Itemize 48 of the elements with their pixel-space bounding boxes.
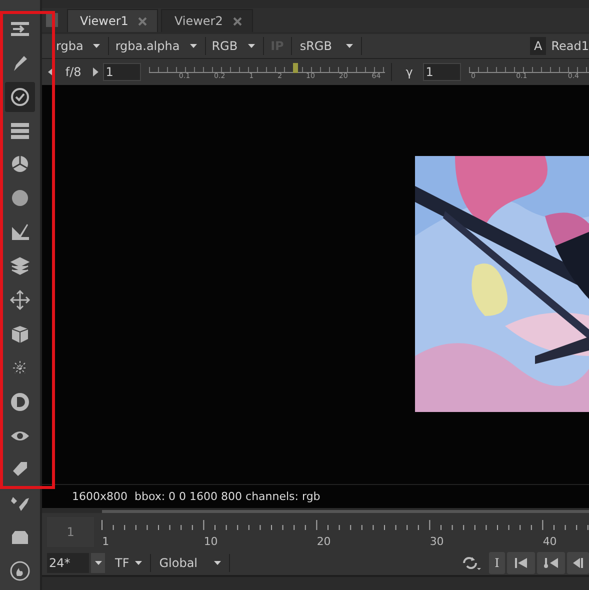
caret-icon (135, 561, 142, 565)
right-arrow-icon[interactable] (93, 67, 99, 77)
gamma-field[interactable]: 1 (422, 63, 461, 81)
exposure-label: f/8 (65, 65, 82, 79)
key-back-icon (544, 558, 558, 568)
frame-label: 20 (316, 535, 331, 548)
input-name: Read1 (550, 39, 589, 53)
range-dropdown[interactable]: Global (155, 556, 225, 570)
caret-icon (346, 44, 353, 48)
exposure-field[interactable]: 1 (102, 63, 141, 81)
slider-thumb[interactable] (293, 63, 298, 73)
flame-icon (9, 560, 31, 582)
loop-icon[interactable] (461, 555, 481, 571)
frame-label: 10 (204, 535, 218, 548)
caret-icon (93, 44, 100, 48)
close-icon[interactable] (138, 16, 148, 26)
in-point-button[interactable]: I (489, 552, 505, 574)
fps-field[interactable]: 24* (47, 553, 89, 573)
timecode-dropdown[interactable]: TF (111, 556, 146, 570)
previous-key-button[interactable] (537, 552, 565, 574)
step-back-icon (573, 558, 583, 568)
caret-icon (190, 44, 197, 48)
caret-icon (214, 561, 221, 565)
clock-icon (9, 86, 31, 108)
tool-button[interactable] (5, 82, 35, 112)
lut-dropdown[interactable]: sRGB (294, 39, 359, 53)
viewer-tab[interactable]: Viewer2 (161, 9, 253, 32)
caret-icon (94, 561, 102, 565)
frame-label: 40 (542, 535, 557, 548)
first-frame-button[interactable] (507, 552, 535, 574)
caret-icon (248, 44, 255, 48)
image-info: 1600x800 bbox: 0 0 1600 800 channels: rgb (72, 490, 320, 503)
close-icon[interactable] (232, 16, 242, 26)
skip-start-icon (515, 558, 527, 568)
layers-icon (9, 255, 31, 278)
left-arrow-icon[interactable] (48, 67, 54, 77)
step-back-button[interactable] (567, 552, 589, 574)
fps-dropdown[interactable] (91, 553, 105, 573)
input-a-button[interactable]: A (530, 37, 546, 55)
frame-label: 30 (430, 535, 444, 548)
letter-d-icon (9, 390, 31, 413)
channel-dropdown[interactable]: rgba.alpha (111, 39, 203, 53)
channel-dropdown[interactable]: RGB (208, 39, 261, 53)
channel-dropdown[interactable]: rgba (52, 39, 106, 53)
frame-label: 1 (102, 535, 110, 548)
move-icon (9, 289, 31, 312)
viewer-tab[interactable]: Viewer1 (67, 9, 158, 32)
gamma-label: γ (406, 65, 413, 79)
